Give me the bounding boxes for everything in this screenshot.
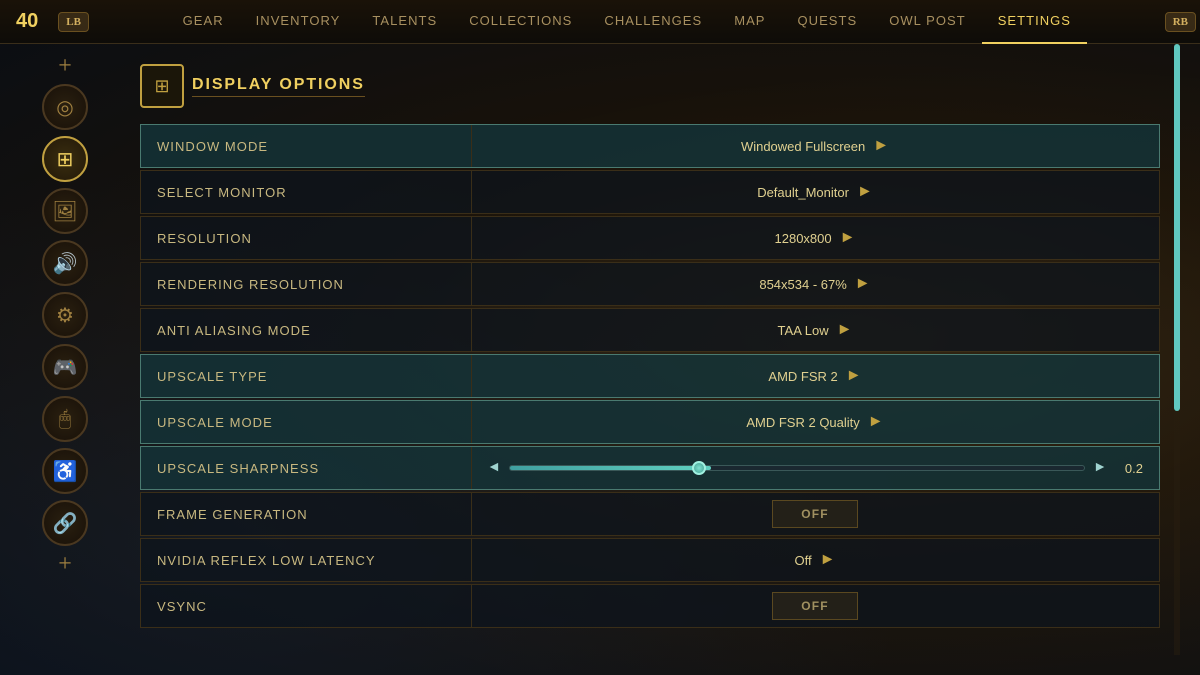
section-icon: ⊞ (140, 64, 184, 108)
anti-aliasing-value[interactable]: TAA Low ► (471, 321, 1159, 339)
scrollbar-thumb[interactable] (1174, 44, 1180, 411)
player-level: 40 (0, 10, 54, 33)
anti-aliasing-label: ANTI ALIASING MODE (141, 323, 471, 338)
topbar: 40 LB GEAR INVENTORY TALENTS COLLECTIONS… (0, 0, 1200, 44)
vsync-label: VSYNC (141, 599, 471, 614)
nvidia-reflex-arrow: ► (820, 551, 836, 569)
nav-map[interactable]: MAP (718, 0, 781, 44)
sidebar-icon-image[interactable]: 🖼 (42, 188, 88, 234)
sidebar-plus-bottom[interactable]: + (58, 552, 72, 576)
nav-settings[interactable]: SETTINGS (982, 0, 1087, 44)
settings-list: WINDOW MODE Windowed Fullscreen ► SELECT… (140, 124, 1160, 628)
rendering-res-value[interactable]: 854x534 - 67% ► (471, 275, 1159, 293)
slider-left-arrow[interactable]: ◄ (487, 460, 501, 476)
upscale-type-value[interactable]: AMD FSR 2 ► (471, 367, 1159, 385)
resolution-label: RESOLUTION (141, 231, 471, 246)
nav-inventory[interactable]: INVENTORY (240, 0, 357, 44)
slider-fill (510, 466, 711, 470)
scrollbar[interactable] (1174, 44, 1180, 655)
sidebar-icon-audio[interactable]: 🔊 (42, 240, 88, 286)
upscale-type-arrow: ► (846, 367, 862, 385)
setting-rendering-resolution[interactable]: RENDERING RESOLUTION 854x534 - 67% ► (140, 262, 1160, 306)
monitor-arrow: ► (857, 183, 873, 201)
nvidia-reflex-label: NVIDIA REFLEX LOW LATENCY (141, 553, 471, 568)
sidebar-icon-disc[interactable]: ◎ (42, 84, 88, 130)
nav-quests[interactable]: QUESTS (782, 0, 874, 44)
anti-aliasing-arrow: ► (837, 321, 853, 339)
setting-frame-generation[interactable]: FRAME GENERATION OFF (140, 492, 1160, 536)
main-nav: GEAR INVENTORY TALENTS COLLECTIONS CHALL… (93, 0, 1161, 44)
vsync-value[interactable]: OFF (471, 592, 1159, 620)
sidebar-icon-gamepad[interactable]: 🎮 (42, 344, 88, 390)
setting-upscale-sharpness[interactable]: UPSCALE SHARPNESS ◄ ► 0.2 (140, 446, 1160, 490)
nav-talents[interactable]: TALENTS (356, 0, 453, 44)
rendering-res-label: RENDERING RESOLUTION (141, 277, 471, 292)
window-mode-arrow: ► (873, 137, 889, 155)
sidebar-icon-network[interactable]: 🔗 (42, 500, 88, 546)
nvidia-reflex-value[interactable]: Off ► (471, 551, 1159, 569)
nav-owlpost[interactable]: OWL POST (873, 0, 981, 44)
setting-window-mode[interactable]: WINDOW MODE Windowed Fullscreen ► (140, 124, 1160, 168)
sidebar-icon-gear[interactable]: ⚙ (42, 292, 88, 338)
slider-right-arrow[interactable]: ► (1093, 460, 1107, 476)
slider-value: 0.2 (1115, 461, 1143, 476)
upscale-sharpness-label: UPSCALE SHARPNESS (141, 461, 471, 476)
frame-gen-value[interactable]: OFF (471, 500, 1159, 528)
rb-button[interactable]: RB (1165, 12, 1196, 32)
upscale-mode-label: UPSCALE MODE (141, 415, 471, 430)
setting-upscale-mode[interactable]: UPSCALE MODE AMD FSR 2 Quality ► (140, 400, 1160, 444)
sidebar-icon-display[interactable]: ⊞ (42, 136, 88, 182)
frame-gen-label: FRAME GENERATION (141, 507, 471, 522)
slider-thumb[interactable] (692, 461, 706, 475)
slider-track[interactable] (509, 465, 1085, 471)
nav-challenges[interactable]: CHALLENGES (588, 0, 718, 44)
section-title: DISPLAY OPTIONS (192, 76, 365, 97)
upscale-mode-arrow: ► (868, 413, 884, 431)
sidebar-icon-mouse[interactable]: 🖱 (42, 396, 88, 442)
upscale-type-label: UPSCALE TYPE (141, 369, 471, 384)
sidebar-icon-accessibility[interactable]: ♿ (42, 448, 88, 494)
sidebar-plus-top[interactable]: + (58, 54, 72, 78)
setting-vsync[interactable]: VSYNC OFF (140, 584, 1160, 628)
nav-gear[interactable]: GEAR (167, 0, 240, 44)
monitor-label: SELECT MONITOR (141, 185, 471, 200)
rendering-res-arrow: ► (855, 275, 871, 293)
settings-sidebar: + ◎ ⊞ 🖼 🔊 ⚙ 🎮 🖱 ♿ 🔗 + (0, 44, 130, 675)
section-header: ⊞ DISPLAY OPTIONS (140, 64, 1160, 108)
frame-gen-toggle[interactable]: OFF (772, 500, 858, 528)
upscale-sharpness-slider[interactable]: ◄ ► 0.2 (471, 460, 1159, 476)
setting-resolution[interactable]: RESOLUTION 1280x800 ► (140, 216, 1160, 260)
divider (471, 447, 472, 489)
setting-upscale-type[interactable]: UPSCALE TYPE AMD FSR 2 ► (140, 354, 1160, 398)
setting-nvidia-reflex[interactable]: NVIDIA REFLEX LOW LATENCY Off ► (140, 538, 1160, 582)
nav-collections[interactable]: COLLECTIONS (453, 0, 588, 44)
vsync-toggle[interactable]: OFF (772, 592, 858, 620)
main-content: ⊞ DISPLAY OPTIONS WINDOW MODE Windowed F… (130, 44, 1200, 675)
setting-anti-aliasing[interactable]: ANTI ALIASING MODE TAA Low ► (140, 308, 1160, 352)
resolution-value[interactable]: 1280x800 ► (471, 229, 1159, 247)
resolution-arrow: ► (840, 229, 856, 247)
lb-button[interactable]: LB (58, 12, 89, 32)
window-mode-label: WINDOW MODE (141, 139, 471, 154)
window-mode-value[interactable]: Windowed Fullscreen ► (471, 137, 1159, 155)
monitor-value[interactable]: Default_Monitor ► (471, 183, 1159, 201)
setting-select-monitor[interactable]: SELECT MONITOR Default_Monitor ► (140, 170, 1160, 214)
upscale-mode-value[interactable]: AMD FSR 2 Quality ► (471, 413, 1159, 431)
